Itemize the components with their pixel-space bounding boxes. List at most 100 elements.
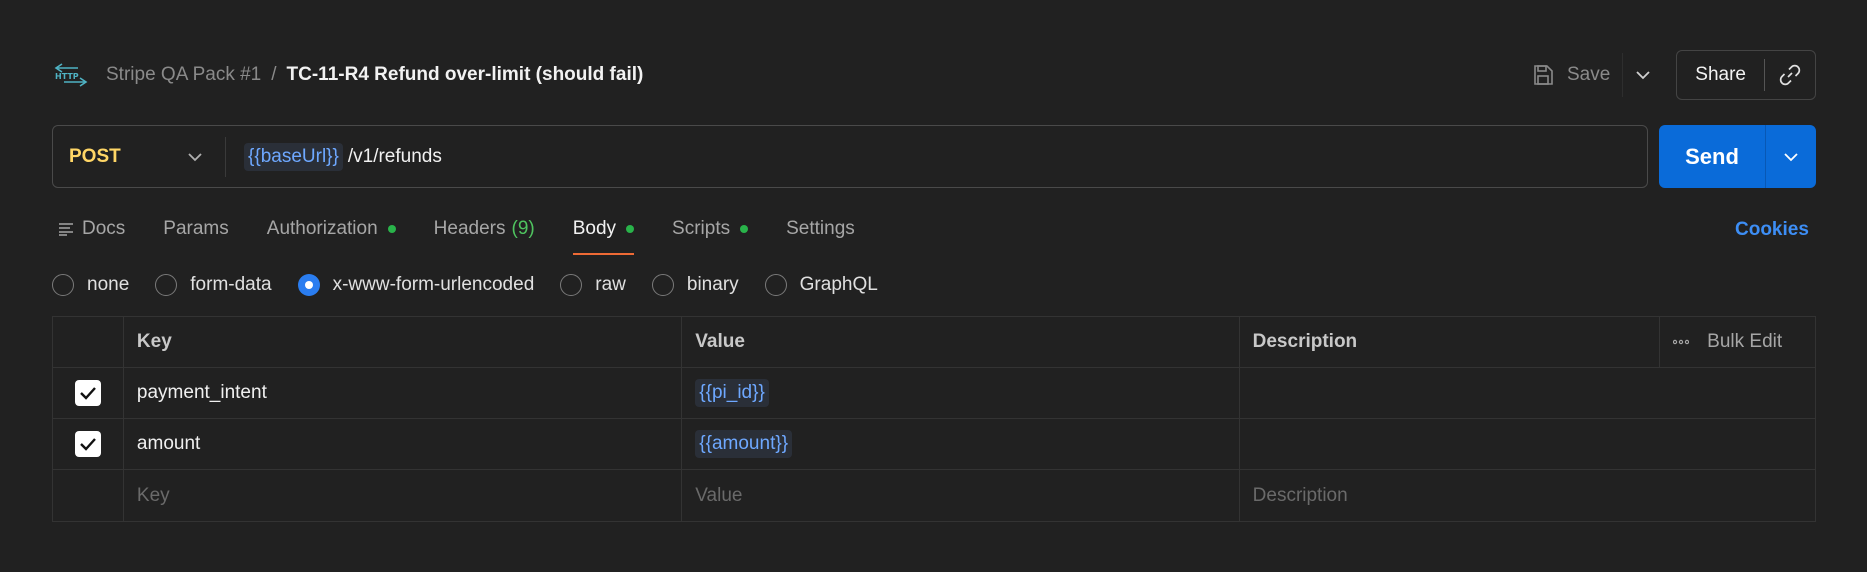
row-checkbox[interactable] (74, 380, 101, 406)
save-label: Save (1566, 64, 1611, 85)
tab-params[interactable]: Params (163, 212, 228, 246)
value-cell[interactable]: {{amount}} (682, 419, 1240, 469)
radio-circle-selected[interactable] (297, 274, 320, 296)
url-variable[interactable]: {{baseUrl}} (244, 142, 343, 171)
row-check-cell (53, 419, 124, 469)
key-text: amount (136, 433, 201, 454)
radio-circle[interactable] (560, 274, 583, 296)
radio-raw[interactable]: raw (560, 274, 626, 296)
share-button[interactable]: Share (1677, 51, 1764, 99)
body-type-radios: none form-data x-www-form-urlencoded raw… (52, 272, 904, 298)
url-input[interactable]: {{baseUrl}} /v1/refunds (244, 142, 442, 171)
header-check-cell (53, 317, 124, 367)
send-group: Send (1659, 125, 1816, 188)
chevron-down-icon (1636, 71, 1650, 80)
radio-none[interactable]: none (52, 274, 129, 296)
chevron-down-icon (1784, 152, 1798, 161)
row-check-cell (53, 470, 124, 521)
table-row: payment_intent {{pi_id}} (53, 368, 1815, 419)
row-check-cell (53, 368, 124, 418)
docs-icon (59, 223, 73, 236)
key-placeholder: Key (136, 484, 170, 506)
description-cell[interactable] (1240, 368, 1815, 418)
radio-graphql[interactable]: GraphQL (764, 274, 878, 296)
table-header-row: Key Value Description Bulk Edit (53, 317, 1815, 368)
http-icon: HTTP (54, 63, 88, 87)
value-variable: {{amount}} (695, 430, 793, 458)
breadcrumb-separator: / (271, 64, 277, 85)
save-icon (1534, 65, 1553, 85)
cookies-link[interactable]: Cookies (1735, 219, 1809, 241)
radio-circle[interactable] (764, 274, 787, 296)
headers-count: (9) (511, 218, 535, 239)
bulk-edit-cell: Bulk Edit (1660, 317, 1815, 367)
key-text: payment_intent (136, 382, 267, 403)
bulk-edit-button[interactable]: Bulk Edit (1673, 331, 1782, 353)
key-cell[interactable]: amount (124, 419, 683, 469)
body-params-table: Key Value Description Bulk Edit payment_… (52, 316, 1816, 522)
table-row-empty: Key Value Description (53, 470, 1815, 521)
value-input[interactable]: Value (682, 470, 1240, 521)
method-label: POST (69, 145, 121, 167)
description-cell[interactable] (1240, 419, 1815, 469)
tab-label: Settings (786, 218, 855, 239)
tab-label: Docs (82, 218, 126, 239)
send-button[interactable]: Send (1659, 125, 1765, 188)
status-dot (626, 225, 635, 233)
tab-scripts[interactable]: Scripts (672, 212, 749, 246)
radio-form-data[interactable]: form-data (155, 274, 272, 296)
radio-circle[interactable] (52, 274, 74, 296)
chevron-down-icon (188, 152, 202, 161)
tab-body[interactable]: Body (572, 212, 635, 255)
tab-label: Params (163, 218, 229, 239)
checkmark-icon (80, 387, 96, 400)
checkmark-icon (80, 438, 96, 451)
method-select[interactable]: POST (53, 126, 225, 187)
column-header-description: Description (1240, 317, 1661, 367)
radio-circle[interactable] (651, 274, 674, 296)
status-dot (387, 225, 396, 233)
description-input[interactable]: Description (1240, 470, 1815, 521)
save-button[interactable]: Save (1519, 53, 1622, 97)
tab-authorization[interactable]: Authorization (267, 212, 396, 246)
breadcrumb-collection[interactable]: Stripe QA Pack #1 (106, 64, 261, 86)
column-header-key: Key (124, 317, 683, 367)
radio-label: form-data (190, 274, 272, 295)
status-dot (740, 225, 749, 233)
url-bar: POST {{baseUrl}} /v1/refunds (52, 125, 1648, 188)
send-options-button[interactable] (1766, 152, 1816, 162)
copy-link-button[interactable] (1765, 51, 1815, 99)
row-checkbox[interactable] (74, 431, 101, 457)
value-placeholder: Value (695, 484, 743, 506)
radio-label: x-www-form-urlencoded (332, 274, 535, 295)
link-icon (1779, 64, 1801, 86)
tab-label: Headers (433, 218, 506, 239)
column-header-value: Value (682, 317, 1240, 367)
bulk-edit-label: Bulk Edit (1707, 331, 1783, 352)
key-input[interactable]: Key (124, 470, 683, 521)
url-divider (225, 136, 226, 177)
radio-x-www-form-urlencoded[interactable]: x-www-form-urlencoded (297, 274, 535, 296)
save-options-button[interactable] (1622, 53, 1662, 97)
radio-binary[interactable]: binary (651, 274, 739, 296)
radio-circle[interactable] (155, 274, 178, 296)
tab-headers[interactable]: Headers (9) (434, 212, 535, 246)
share-group: Share (1676, 50, 1816, 100)
radio-label: raw (595, 274, 626, 295)
value-cell[interactable]: {{pi_id}} (682, 368, 1240, 418)
radio-label: GraphQL (799, 274, 878, 295)
radio-label: none (87, 274, 130, 295)
radio-label: binary (686, 274, 739, 295)
tab-label: Authorization (266, 218, 378, 239)
tab-label: Body (572, 218, 617, 239)
key-cell[interactable]: payment_intent (124, 368, 683, 418)
tab-settings[interactable]: Settings (786, 212, 855, 246)
header-actions: Save Share (1519, 50, 1816, 100)
request-header: HTTP Stripe QA Pack #1 / TC-11-R4 Refund… (52, 50, 1816, 100)
url-path: /v1/refunds (347, 145, 442, 167)
request-title[interactable]: TC-11-R4 Refund over-limit (should fail) (287, 64, 644, 86)
request-tabs: Docs Params Authorization Headers (9) Bo… (58, 212, 893, 257)
tab-docs[interactable]: Docs (58, 212, 125, 246)
description-placeholder: Description (1252, 484, 1348, 506)
svg-text:HTTP: HTTP (55, 72, 79, 81)
